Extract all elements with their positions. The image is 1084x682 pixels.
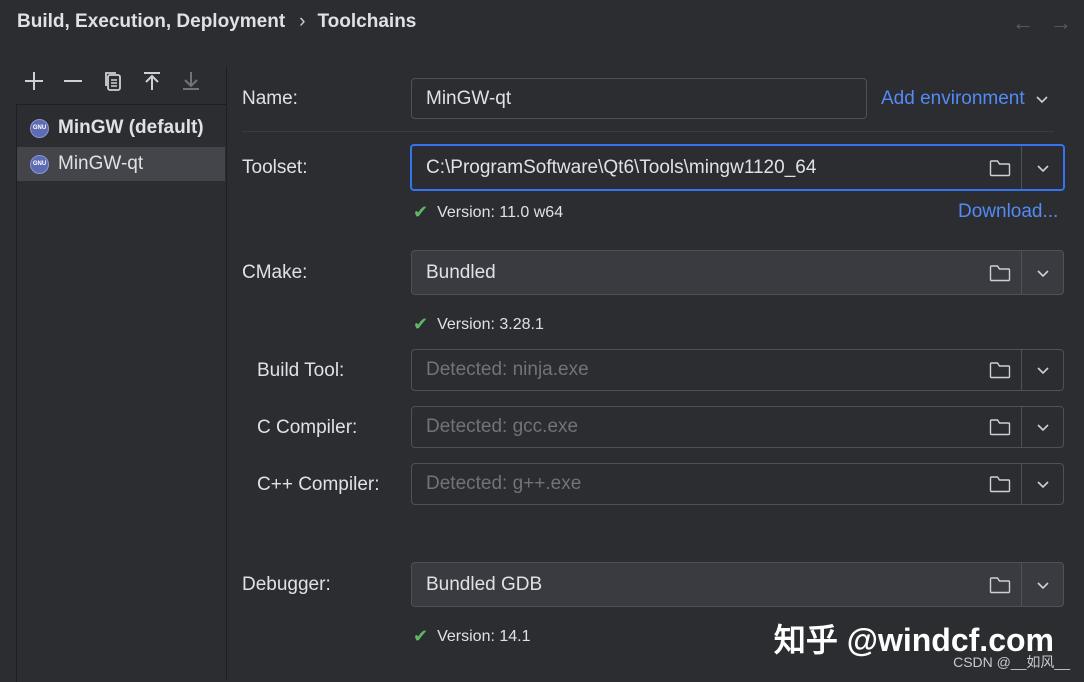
browse-folder-icon[interactable]	[980, 563, 1020, 606]
build-tool-label: Build Tool:	[257, 360, 345, 381]
browse-folder-icon[interactable]	[980, 146, 1020, 189]
chevron-down-icon[interactable]	[1023, 407, 1063, 447]
name-field[interactable]: MinGW-qt	[411, 78, 867, 119]
browse-folder-icon[interactable]	[980, 407, 1020, 447]
separator	[1021, 407, 1022, 447]
breadcrumb-parent[interactable]: Build, Execution, Deployment	[17, 11, 285, 32]
debugger-version: ✔ Version: 14.1	[413, 626, 531, 647]
cmake-version-text: Version: 3.28.1	[437, 315, 544, 333]
name-label: Name:	[242, 88, 298, 109]
add-environment-link[interactable]: Add environment	[881, 88, 1048, 110]
breadcrumb-separator-icon: ›	[299, 11, 306, 32]
check-icon: ✔	[413, 626, 429, 646]
debugger-combobox[interactable]: Bundled GDB	[411, 562, 1064, 607]
check-icon: ✔	[413, 314, 429, 334]
toolset-version-text: Version: 11.0 w64	[437, 203, 564, 221]
chevron-down-icon[interactable]	[1023, 251, 1063, 294]
toolchain-item-label: MinGW-qt	[58, 153, 144, 174]
toolset-combobox[interactable]: C:\ProgramSoftware\Qt6\Tools\mingw1120_6…	[410, 144, 1065, 191]
build-tool-combobox[interactable]: Detected: ninja.exe	[411, 349, 1064, 391]
separator	[1021, 464, 1022, 504]
chevron-down-icon[interactable]	[1023, 563, 1063, 606]
browse-folder-icon[interactable]	[980, 464, 1020, 504]
debugger-value: Bundled GDB	[426, 573, 543, 595]
add-environment-label: Add environment	[881, 88, 1025, 109]
cmake-combobox[interactable]: Bundled	[411, 250, 1064, 295]
browse-folder-icon[interactable]	[980, 350, 1020, 390]
toolset-label: Toolset:	[242, 157, 308, 178]
breadcrumb-current: Toolchains	[317, 11, 417, 32]
separator	[1021, 251, 1022, 294]
chevron-down-icon[interactable]	[1023, 146, 1063, 189]
separator	[1021, 146, 1022, 189]
cpp-compiler-label: C++ Compiler:	[257, 474, 380, 495]
cmake-label: CMake:	[242, 262, 308, 283]
debugger-label: Debugger:	[242, 574, 331, 595]
chevron-down-icon[interactable]	[1023, 350, 1063, 390]
c-compiler-label: C Compiler:	[257, 417, 358, 438]
toolchain-item-label: MinGW (default)	[58, 117, 204, 138]
gnu-icon: GNU	[30, 118, 49, 138]
move-up-icon[interactable]	[139, 70, 165, 98]
c-compiler-placeholder: Detected: gcc.exe	[426, 416, 579, 437]
cmake-value: Bundled	[426, 261, 496, 283]
separator	[1021, 563, 1022, 606]
csdn-watermark: CSDN @__如风__	[953, 654, 1070, 670]
breadcrumb: Build, Execution, Deployment › Toolchains	[17, 11, 416, 33]
c-compiler-combobox[interactable]: Detected: gcc.exe	[411, 406, 1064, 448]
toolset-version: ✔ Version: 11.0 w64	[413, 202, 563, 223]
toolchain-item-mingw-qt[interactable]: GNU MinGW-qt	[17, 147, 225, 181]
back-arrow-icon[interactable]: ←	[1012, 10, 1034, 36]
add-toolchain-icon[interactable]	[21, 70, 47, 98]
debugger-version-text: Version: 14.1	[437, 627, 531, 645]
cpp-compiler-placeholder: Detected: g++.exe	[426, 473, 582, 494]
name-value: MinGW-qt	[426, 87, 512, 109]
forward-arrow-icon[interactable]: →	[1050, 10, 1072, 36]
cmake-version: ✔ Version: 3.28.1	[413, 314, 544, 335]
remove-toolchain-icon[interactable]	[60, 70, 86, 98]
chevron-down-icon[interactable]	[1023, 464, 1063, 504]
divider	[242, 131, 1054, 132]
copy-toolchain-icon[interactable]	[100, 70, 126, 98]
toolset-value: C:\ProgramSoftware\Qt6\Tools\mingw1120_6…	[426, 156, 817, 178]
browse-folder-icon[interactable]	[980, 251, 1020, 294]
chevron-down-icon	[1036, 96, 1048, 104]
separator	[1021, 350, 1022, 390]
check-icon: ✔	[413, 202, 429, 222]
download-link[interactable]: Download...	[958, 201, 1058, 223]
toolchain-list	[16, 104, 227, 682]
cpp-compiler-combobox[interactable]: Detected: g++.exe	[411, 463, 1064, 505]
toolchain-item-mingw-default[interactable]: GNU MinGW (default)	[17, 111, 225, 145]
gnu-icon: GNU	[30, 154, 49, 174]
move-down-icon[interactable]	[178, 70, 204, 98]
build-tool-placeholder: Detected: ninja.exe	[426, 359, 589, 380]
